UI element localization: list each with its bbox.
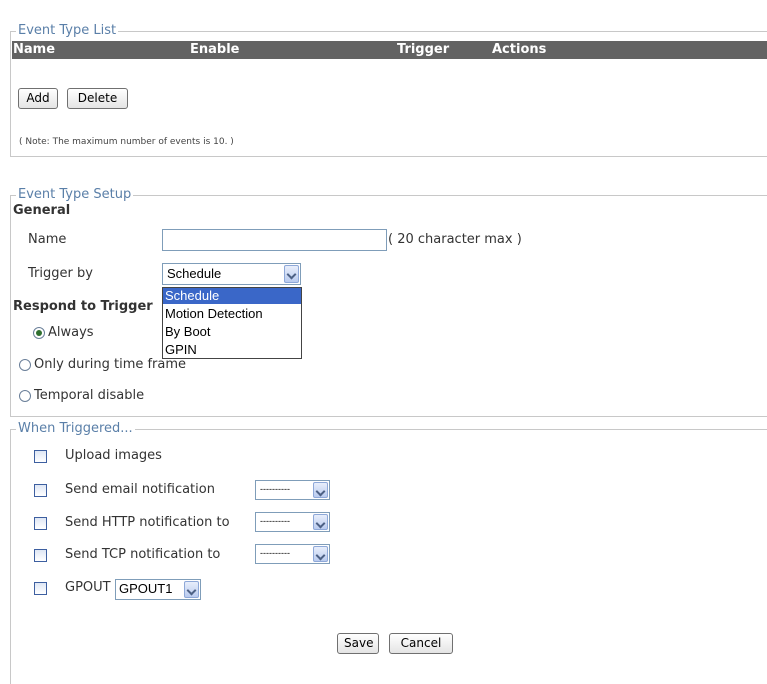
http-notification-select[interactable]: ---------- — [255, 512, 330, 532]
radio-temporal-disable[interactable] — [19, 390, 31, 402]
trigger-by-selected-value: Schedule — [167, 266, 222, 281]
http-notification-checkbox[interactable] — [34, 517, 47, 530]
max-events-note: ( Note: The maximum number of events is … — [19, 137, 234, 147]
option-schedule[interactable]: Schedule — [163, 288, 301, 304]
email-notification-select[interactable]: ---------- — [255, 480, 330, 500]
tcp-notification-select[interactable]: ---------- — [255, 544, 330, 564]
gpout-select[interactable]: GPOUT1 — [115, 579, 201, 600]
triggered-frame-left — [10, 429, 11, 684]
trigger-by-label: Trigger by — [28, 266, 93, 281]
save-button[interactable]: Save — [337, 633, 379, 654]
column-header-trigger: Trigger — [397, 42, 450, 57]
name-label: Name — [28, 232, 67, 247]
name-max-hint: ( 20 character max ) — [388, 232, 522, 247]
respond-heading: Respond to Trigger — [13, 299, 153, 314]
option-gpin[interactable]: GPIN — [163, 342, 301, 358]
setup-legend: Event Type Setup — [16, 187, 134, 202]
delete-button[interactable]: Delete — [67, 88, 128, 109]
chevron-down-icon[interactable] — [313, 514, 328, 530]
tcp-select-value: ---------- — [260, 548, 290, 558]
general-heading: General — [13, 203, 71, 218]
setup-frame-bottom — [10, 416, 767, 417]
chevron-down-icon[interactable] — [313, 482, 328, 498]
cancel-button[interactable]: Cancel — [389, 633, 453, 654]
column-header-name: Name — [13, 42, 56, 57]
radio-temporal-disable-label: Temporal disable — [34, 388, 145, 403]
option-by-boot[interactable]: By Boot — [163, 324, 301, 340]
email-select-value: ---------- — [260, 484, 290, 494]
upload-images-label: Upload images — [65, 448, 162, 463]
chevron-down-icon[interactable] — [313, 546, 328, 562]
gpout-select-value: GPOUT1 — [119, 581, 173, 596]
email-notification-checkbox[interactable] — [34, 484, 47, 497]
setup-frame-left — [10, 195, 11, 417]
email-notification-label: Send email notification — [65, 482, 215, 497]
tcp-notification-checkbox[interactable] — [34, 549, 47, 562]
option-motion-detection[interactable]: Motion Detection — [163, 306, 301, 322]
gpout-checkbox[interactable] — [34, 582, 47, 595]
radio-always[interactable] — [33, 327, 45, 339]
trigger-by-select[interactable]: Schedule — [162, 263, 301, 285]
gpout-label: GPOUT — [65, 580, 111, 595]
event-name-input[interactable] — [162, 229, 387, 251]
http-select-value: ---------- — [260, 516, 290, 526]
add-button[interactable]: Add — [18, 88, 58, 109]
column-header-actions: Actions — [492, 42, 547, 57]
event-list-frame-left — [10, 31, 11, 157]
tcp-notification-label: Send TCP notification to — [65, 547, 221, 562]
trigger-by-options-list[interactable]: Schedule Motion Detection By Boot GPIN — [162, 287, 302, 359]
event-list-frame-bottom — [10, 156, 767, 157]
triggered-legend: When Triggered... — [16, 421, 135, 436]
radio-time-frame[interactable] — [19, 359, 31, 371]
http-notification-label: Send HTTP notification to — [65, 515, 230, 530]
column-header-enable: Enable — [190, 42, 240, 57]
upload-images-checkbox[interactable] — [34, 450, 47, 463]
event-list-frame-top — [10, 31, 767, 32]
radio-always-label: Always — [48, 325, 94, 340]
event-list-legend: Event Type List — [16, 23, 119, 38]
event-table-header: Name Enable Trigger Actions — [12, 41, 767, 59]
chevron-down-icon[interactable] — [184, 581, 199, 598]
chevron-down-icon[interactable] — [284, 265, 299, 283]
radio-time-frame-label: Only during time frame — [34, 357, 187, 372]
